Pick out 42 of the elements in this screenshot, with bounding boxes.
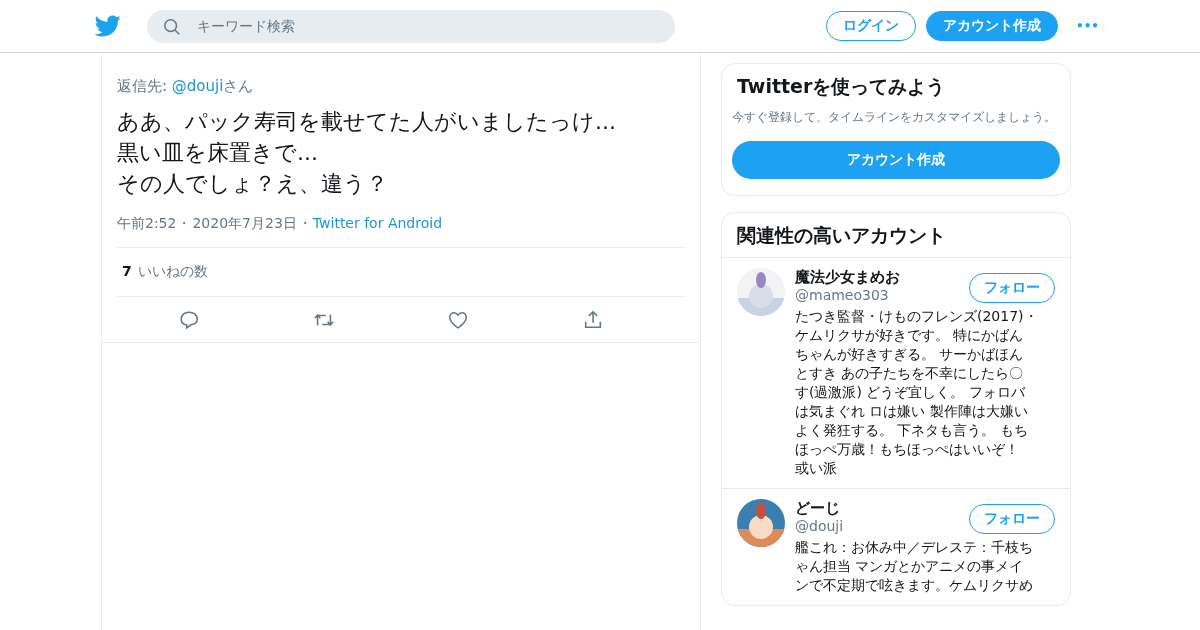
likes-label[interactable]: いいねの数: [137, 263, 208, 281]
bio-line: とすき あの子たちを不幸にしたら〇: [795, 364, 1024, 383]
tweet-time: 午前2:52: [117, 215, 177, 231]
tweet-text: 黒い皿を床置きで...: [117, 139, 319, 167]
user-link[interactable]: @douji: [171, 77, 224, 95]
bio-line: ンで不定期で呟きます。ケムリクサめ: [795, 576, 1033, 595]
tweet-text: ああ、パック寿司を載せてた人がいましたっけ...: [117, 108, 617, 136]
bird-logo-icon[interactable]: [95, 13, 121, 39]
bio-line: 艦これ：お休み中／デレステ：千枝ち: [795, 538, 1033, 557]
signup-button[interactable]: アカウント作成: [926, 11, 1058, 41]
bio-line: 或い派: [795, 459, 837, 478]
separator: ・: [177, 215, 192, 231]
more-button[interactable]: •••: [1070, 19, 1105, 33]
source-link[interactable]: Twitter for Android: [312, 215, 442, 231]
account-name[interactable]: どーじ: [795, 499, 844, 518]
bio-line: たつき監督・けものフレンズ(2017)・: [795, 307, 1038, 326]
follow-button[interactable]: フォロー: [969, 273, 1055, 303]
search-field[interactable]: キーワード検索: [147, 9, 675, 43]
account-handle: @mameo303: [795, 287, 890, 303]
bio-line: ほっぺ万歳！もちほっぺはいいぞ！: [795, 440, 1019, 459]
separator: ・: [297, 215, 312, 231]
search-icon: [163, 17, 181, 36]
heart-icon[interactable]: [447, 309, 470, 331]
reply-to-text: 返信先: @doujiさん: [117, 77, 255, 96]
tweet-text: その人でしょ？え、違う？: [117, 170, 389, 198]
bio-line: よく発狂する。 下ネタも言う。 もち: [795, 421, 1028, 440]
bio-line: ゃん担当 マンガとかアニメの事メイ: [795, 557, 1024, 576]
login-button[interactable]: ログイン: [826, 11, 916, 41]
like-count: 7: [122, 263, 132, 281]
reply-icon[interactable]: [178, 309, 201, 331]
bio-line: ちゃんが好きすぎる。 サーかばほん: [795, 345, 1024, 364]
card-title: 関連性の高いアカウント: [722, 213, 1070, 258]
bio-line: は気まぐれ ロは嫌い 製作陣は大嫌い: [795, 402, 1028, 421]
follow-button[interactable]: フォロー: [969, 504, 1055, 534]
tweet-date: 2020年7月23日: [192, 215, 297, 231]
account-handle: @douji: [795, 518, 844, 534]
card-text: 今すぐ登録して、タイムラインをカスタマイズしましょう。: [732, 109, 1057, 126]
bio-line: す(過激派) どうぞ宜しく。 フォロバ: [795, 383, 1025, 402]
card-title: Twitterを使ってみよう: [737, 74, 947, 99]
account-name[interactable]: 魔法少女まめお: [795, 268, 900, 287]
signup-button[interactable]: アカウント作成: [732, 141, 1060, 179]
bio-line: ケムリクサが好きです。 特にかばん: [795, 326, 1024, 345]
